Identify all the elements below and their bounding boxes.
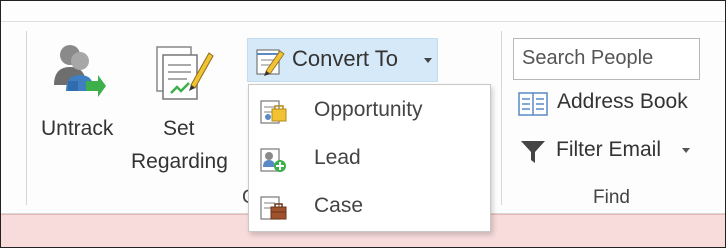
convert-to-icon xyxy=(254,45,286,77)
ribbon-top-divider xyxy=(1,21,725,22)
convert-to-label: Convert To xyxy=(292,46,398,71)
case-icon xyxy=(259,193,287,221)
filter-email-button[interactable]: Filter Email xyxy=(516,134,701,168)
convert-to-button[interactable]: Convert To xyxy=(247,38,438,82)
filter-icon xyxy=(520,139,546,165)
untrack-label: Untrack xyxy=(41,117,114,140)
filter-email-label: Filter Email xyxy=(556,138,662,161)
find-group-label: Find xyxy=(593,187,630,208)
group-divider xyxy=(501,31,502,205)
menu-item-label: Lead xyxy=(314,146,361,169)
outlook-ribbon-window: Untrack Set Regarding Convert To Search … xyxy=(0,0,726,248)
search-people-placeholder: Search People xyxy=(522,47,654,69)
set-regarding-label-line1: Set xyxy=(163,117,195,140)
untrack-button[interactable]: Untrack xyxy=(37,37,123,147)
convert-to-menu: Opportunity Lead Case xyxy=(248,84,491,232)
chevron-down-icon xyxy=(682,148,690,153)
menu-item-label: Opportunity xyxy=(314,98,423,121)
set-regarding-button[interactable]: Set Regarding xyxy=(129,37,241,177)
menu-item-case[interactable]: Case xyxy=(249,183,490,231)
menu-item-lead[interactable]: Lead xyxy=(249,135,490,183)
chevron-down-icon xyxy=(424,58,432,63)
address-book-button[interactable]: Address Book xyxy=(516,87,706,121)
search-people-input[interactable]: Search People xyxy=(513,38,700,80)
untrack-icon xyxy=(50,41,106,101)
group-divider xyxy=(26,31,27,205)
set-regarding-icon xyxy=(151,41,215,105)
opportunity-icon xyxy=(259,97,287,125)
set-regarding-label-line2: Regarding xyxy=(131,150,228,173)
menu-item-opportunity[interactable]: Opportunity xyxy=(249,87,490,135)
address-book-label: Address Book xyxy=(557,90,688,113)
lead-icon xyxy=(259,145,287,173)
address-book-icon xyxy=(518,92,548,116)
menu-item-label: Case xyxy=(314,194,364,217)
